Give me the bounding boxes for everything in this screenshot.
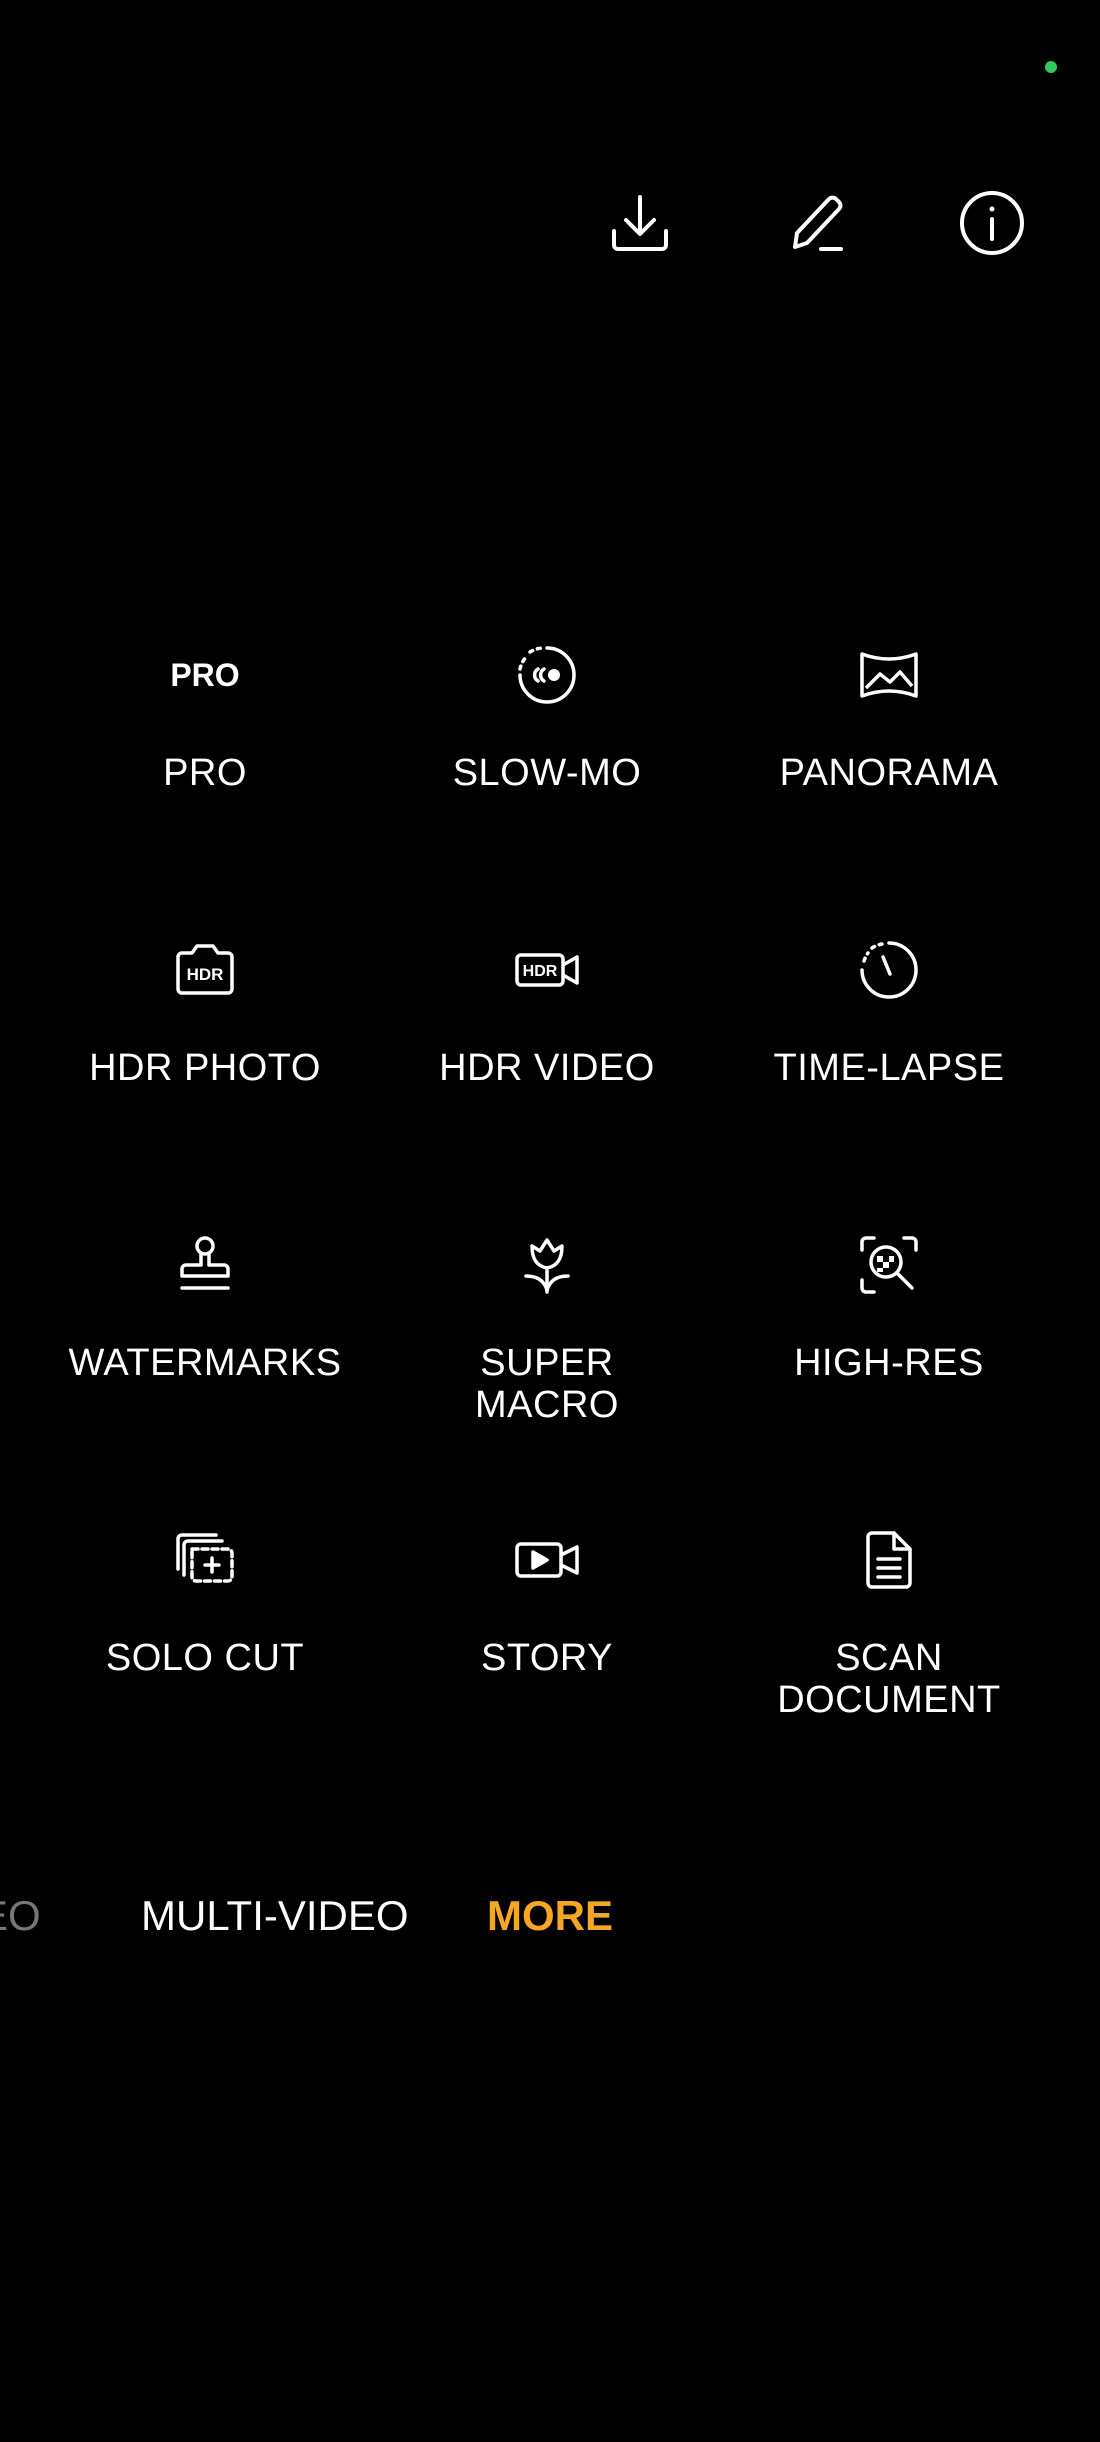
document-icon (854, 1525, 924, 1595)
high-res-icon (854, 1230, 924, 1300)
svg-text:HDR: HDR (523, 963, 558, 980)
flower-icon (512, 1230, 582, 1300)
camera-mode-bar: EO MULTI-VIDEO MORE (0, 1886, 1100, 1946)
hdr-video-icon: HDR (512, 935, 582, 1005)
mode-label: HIGH-RES (794, 1342, 984, 1384)
mode-label: WATERMARKS (68, 1342, 342, 1384)
solo-cut-icon (170, 1525, 240, 1595)
mode-bar-item-multi-video[interactable]: MULTI-VIDEO (141, 1886, 409, 1946)
mode-bar-item-more[interactable]: MORE (487, 1886, 613, 1946)
mode-label: PRO (163, 752, 247, 794)
info-button[interactable] (952, 183, 1032, 263)
time-lapse-icon (854, 935, 924, 1005)
pencil-icon (793, 195, 843, 251)
mode-bar-item-partial[interactable]: EO (0, 1886, 41, 1946)
mode-label: HDR PHOTO (89, 1047, 321, 1089)
edit-button[interactable] (777, 183, 857, 263)
download-button[interactable] (600, 183, 680, 263)
panorama-icon (854, 640, 924, 710)
slow-mo-icon (512, 640, 582, 710)
svg-text:HDR: HDR (187, 965, 224, 984)
mode-label: SCAN DOCUMENT (777, 1637, 1001, 1721)
mode-label: STORY (480, 1637, 614, 1679)
mode-label: PANORAMA (779, 752, 999, 794)
status-indicator-dot (1045, 61, 1057, 73)
download-icon (612, 195, 668, 251)
mode-label: SLOW-MO (452, 752, 642, 794)
mode-label: HDR VIDEO (439, 1047, 655, 1089)
info-icon (960, 191, 1024, 255)
hdr-photo-icon: HDR (170, 935, 240, 1005)
pro-icon: PRO (170, 656, 240, 693)
mode-label: SOLO CUT (105, 1637, 305, 1679)
mode-label: SUPER MACRO (475, 1342, 619, 1426)
story-icon (512, 1525, 582, 1595)
mode-label: TIME-LAPSE (773, 1047, 1005, 1089)
stamp-icon (170, 1230, 240, 1300)
